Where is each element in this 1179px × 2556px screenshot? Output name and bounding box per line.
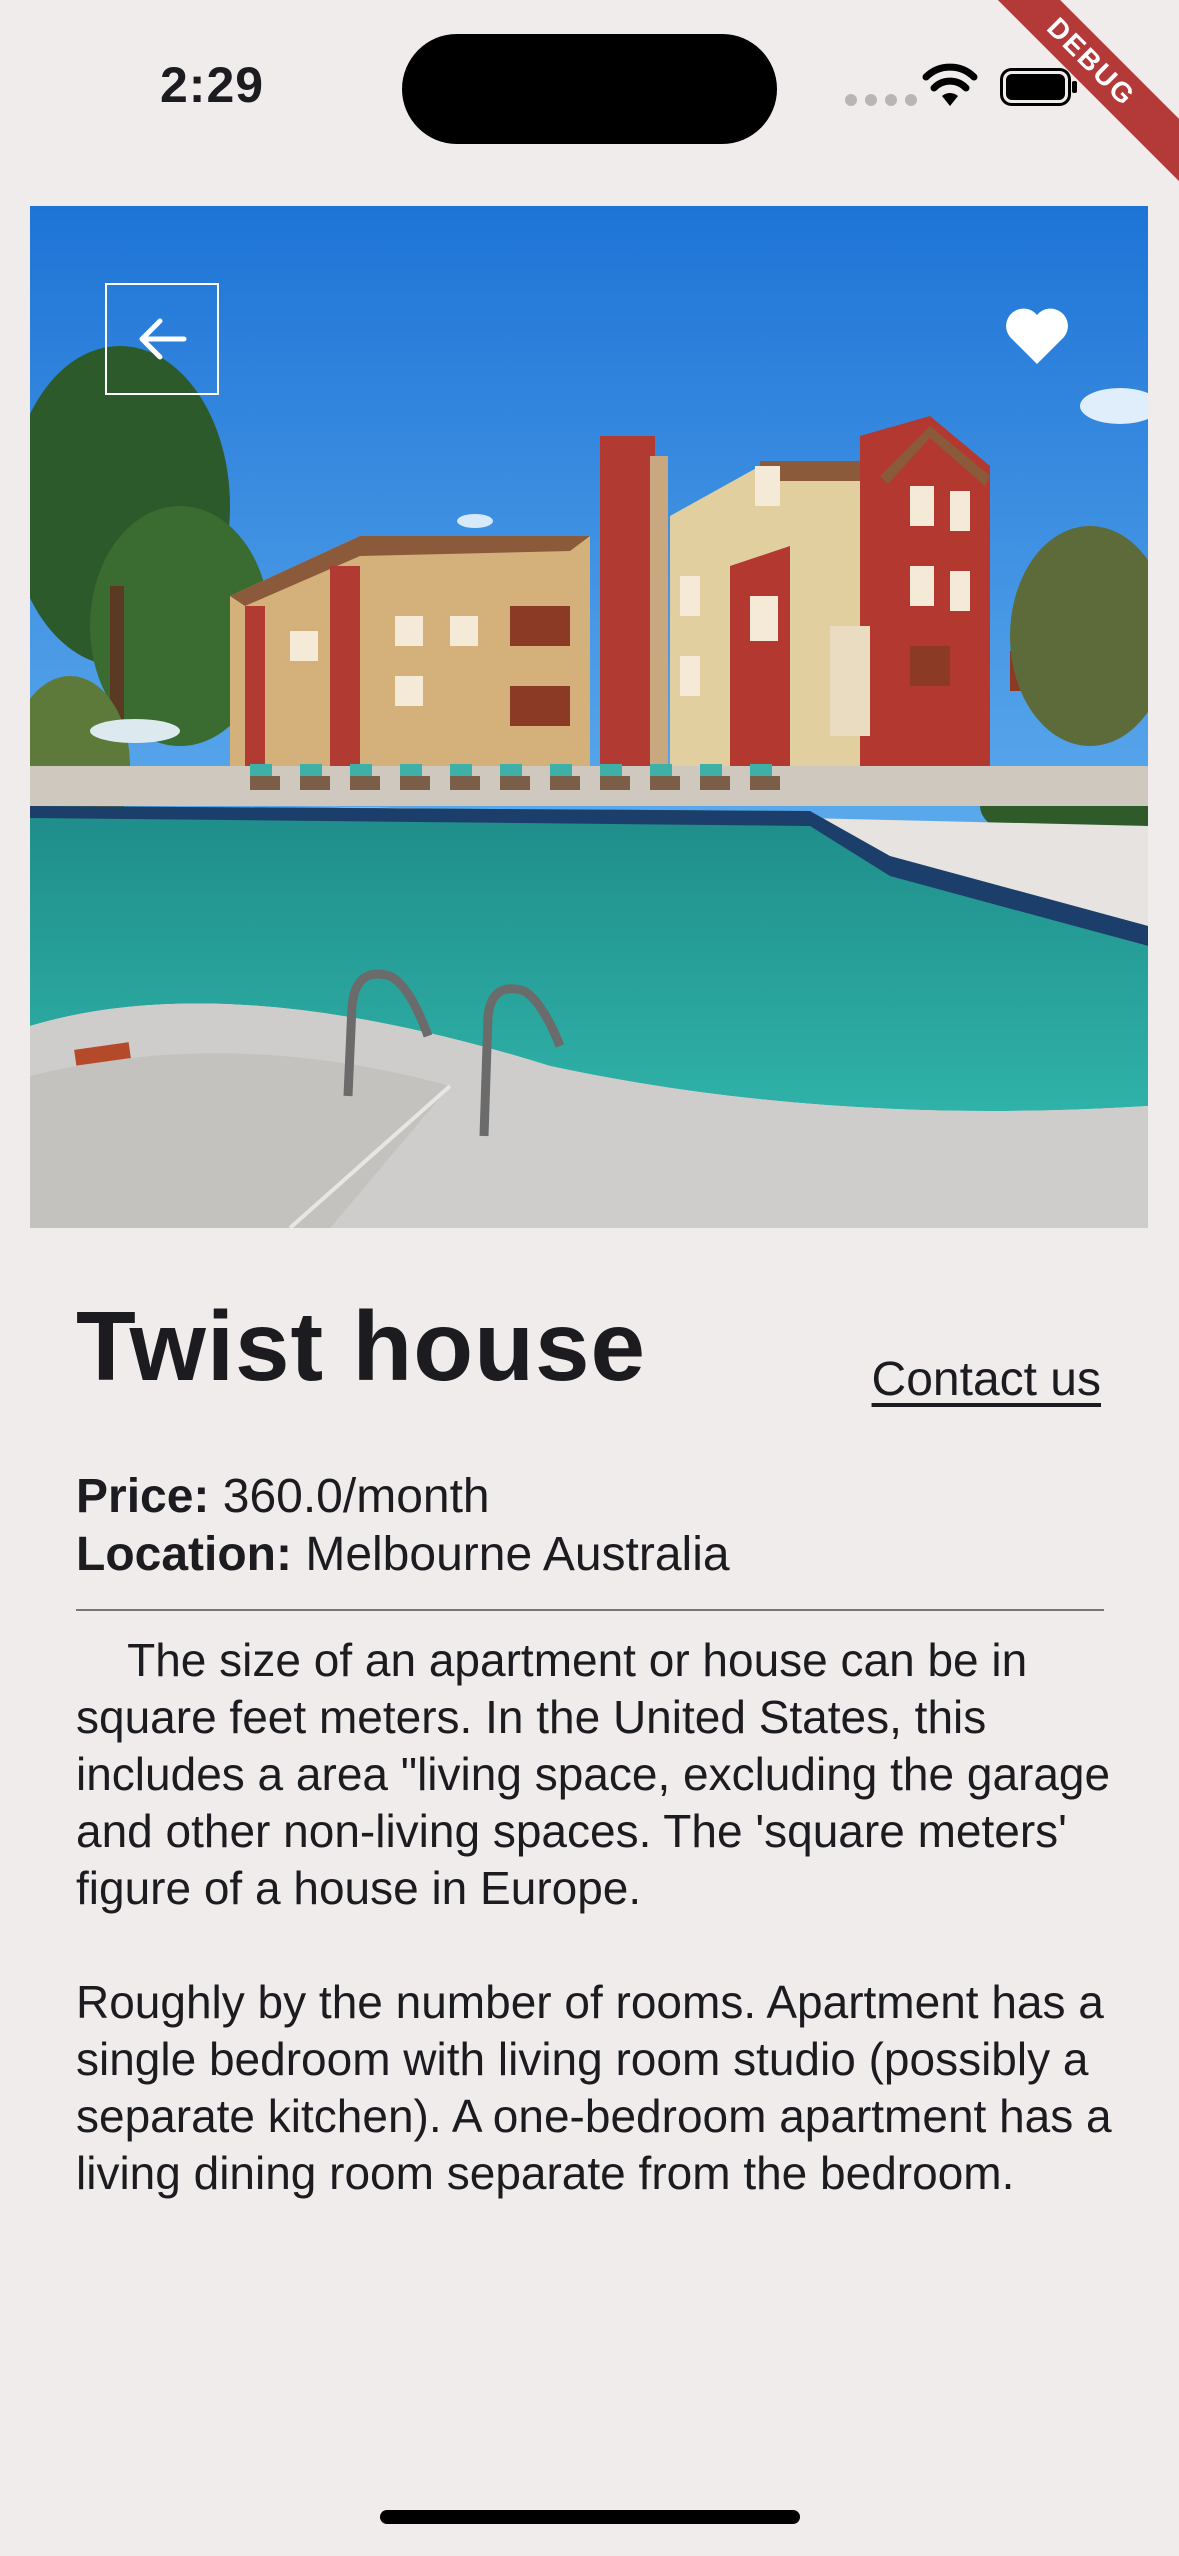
property-description: The size of an apartment or house can be… [76, 1634, 1112, 2199]
location-label: Location: [76, 1528, 292, 1581]
back-button[interactable] [105, 283, 219, 395]
divider [76, 1609, 1104, 1611]
price-label: Price: [76, 1470, 210, 1523]
price-row: Price: 360.0/month [76, 1468, 730, 1526]
status-time: 2:29 [160, 57, 265, 113]
cellular-signal-icon [845, 94, 917, 106]
property-title: Twist house [76, 1291, 647, 1401]
heart-icon[interactable] [1004, 306, 1070, 366]
location-value: Melbourne Australia [305, 1528, 730, 1581]
battery-icon [1000, 68, 1077, 106]
location-row: Location: Melbourne Australia [76, 1526, 730, 1584]
price-value: 360.0/month [222, 1470, 490, 1523]
dynamic-island [402, 34, 777, 144]
home-indicator[interactable] [380, 2510, 800, 2524]
property-info: Price: 360.0/month Location: Melbourne A… [76, 1468, 730, 1584]
wifi-icon [922, 63, 978, 106]
contact-us-link[interactable]: Contact us [872, 1352, 1101, 1407]
arrow-left-icon [139, 318, 187, 360]
